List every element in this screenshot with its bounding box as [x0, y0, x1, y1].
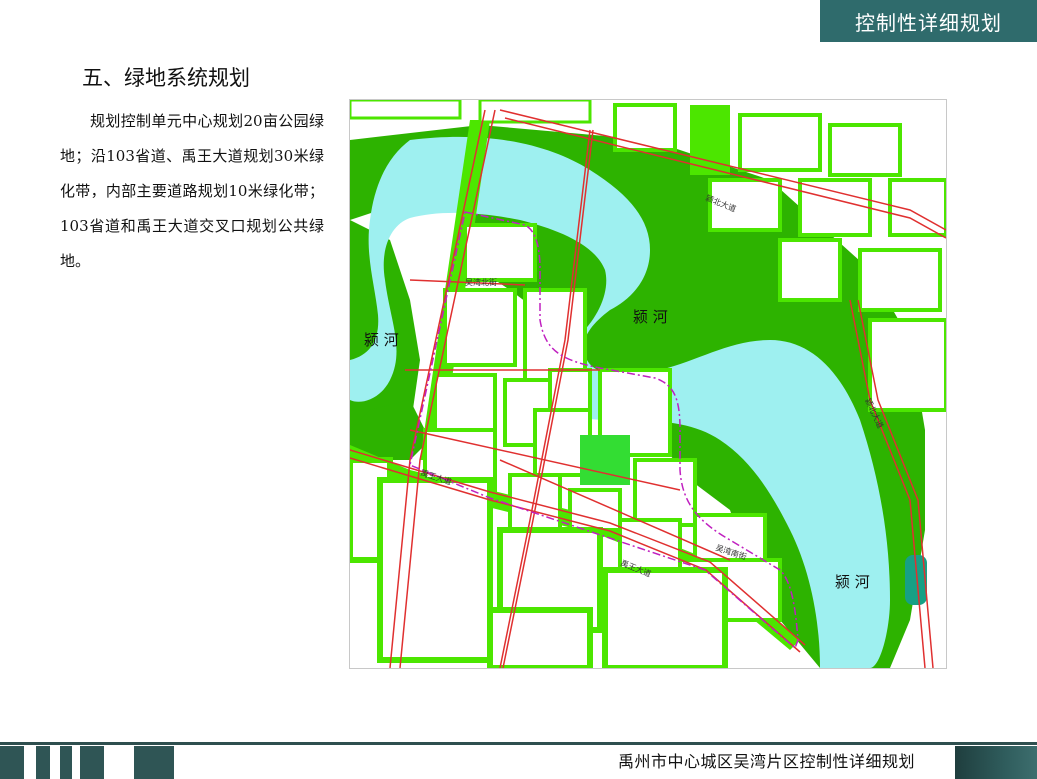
road-label-wuwan-north: 吴湾北街 — [465, 277, 497, 287]
footer-decoration — [0, 746, 174, 779]
footer-dark-block — [955, 746, 1037, 779]
header-title: 控制性详细规划 — [855, 10, 1002, 35]
green-space-plan-map: 颍 河 颍 河 颍 河 颍北大道 颍北大道 禹王大道 禹王大道 吴湾北街 吴湾南… — [349, 99, 947, 669]
river-label-east: 颍 河 — [835, 573, 870, 591]
header-tab: 控制性详细规划 — [820, 0, 1037, 42]
footer-title: 禹州市中心城区吴湾片区控制性详细规划 — [618, 752, 916, 771]
footer-rule — [0, 742, 1037, 745]
map-svg: 颍 河 颍 河 颍 河 颍北大道 颍北大道 禹王大道 禹王大道 吴湾北街 吴湾南… — [350, 100, 946, 668]
section-body-text: 规划控制单元中心规划20亩公园绿地；沿103省道、禹王大道规划30米绿化带，内部… — [60, 112, 324, 270]
section-title: 五、绿地系统规划 — [82, 66, 250, 90]
river-label-west: 颍 河 — [364, 331, 399, 349]
river-label-center: 颍 河 — [633, 308, 668, 326]
